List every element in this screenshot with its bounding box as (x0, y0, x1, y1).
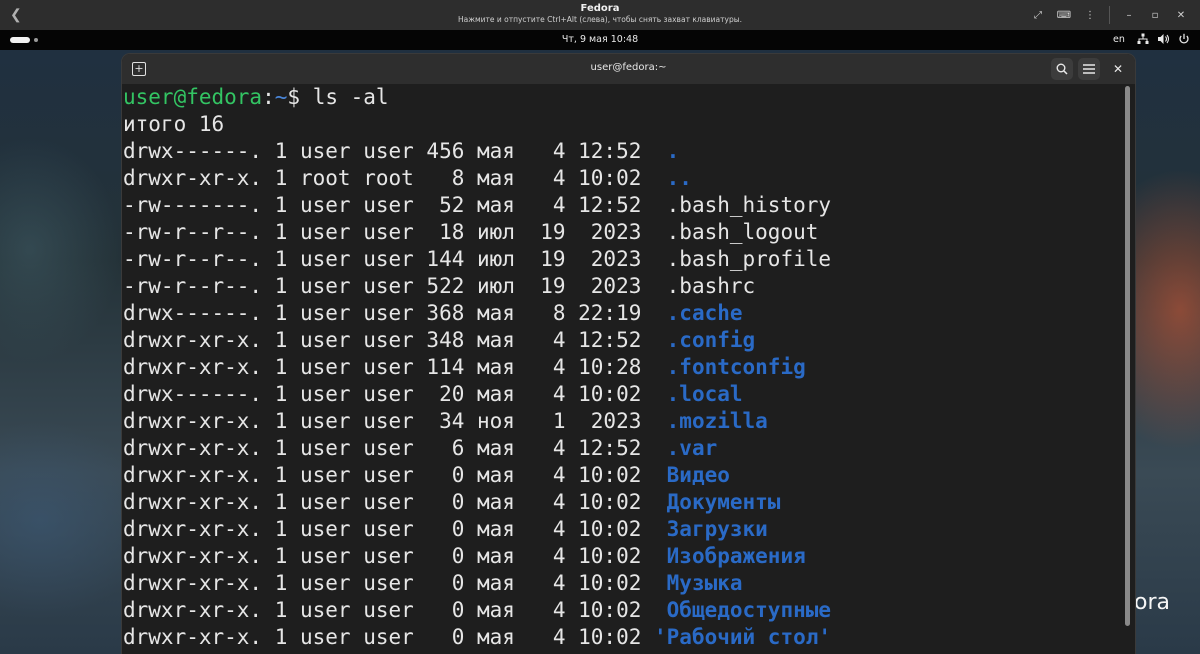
entry-metadata: -rw-r--r--. 1 user user 522 июл 19 2023 (123, 274, 667, 298)
entry-metadata: drwxr-xr-x. 1 user user 0 мая 4 10:02 (123, 598, 667, 622)
prompt-separator: : (262, 85, 275, 109)
entry-metadata: drwxr-xr-x. 1 user user 114 мая 4 10:28 (123, 355, 667, 379)
directory-name: Общедоступные (666, 598, 832, 622)
listing-row: drwxr-xr-x. 1 user user 0 мая 4 10:02 До… (123, 489, 1123, 516)
terminal-scrollbar[interactable] (1125, 86, 1130, 650)
directory-name: .config (666, 328, 756, 352)
power-icon (1179, 33, 1189, 44)
listing-row: -rw-r--r--. 1 user user 18 июл 19 2023 .… (123, 219, 1123, 246)
entry-metadata: drwxr-xr-x. 1 root root 8 мая 4 10:02 (123, 166, 667, 190)
directory-name: .fontconfig (666, 355, 806, 379)
listing-rows: drwx------. 1 user user 456 мая 4 12:52 … (123, 138, 1123, 651)
clock[interactable]: Чт, 9 мая 10:48 (0, 34, 1200, 45)
listing-row: drwxr-xr-x. 1 root root 8 мая 4 10:02 .. (123, 165, 1123, 192)
gnome-top-bar: Чт, 9 мая 10:48 en (0, 30, 1200, 50)
hamburger-menu-icon[interactable] (1078, 58, 1100, 80)
prompt-symbol: $ (287, 85, 313, 109)
directory-name: .cache (666, 301, 743, 325)
keyboard-icon[interactable]: ⌨ (1051, 6, 1077, 24)
directory-name: 'Рабочий стол' (654, 625, 832, 649)
terminal-output[interactable]: user@fedora:~$ ls -al итого 16 drwx-----… (123, 84, 1123, 654)
directory-name: .local (666, 382, 743, 406)
listing-row: drwxr-xr-x. 1 user user 34 ноя 1 2023 .m… (123, 408, 1123, 435)
vm-window-controls: ⤢ ⌨ ⋮ – ▫ ✕ (1025, 6, 1194, 24)
entry-metadata: drwx------. 1 user user 20 мая 4 10:02 (123, 382, 667, 406)
scrollbar-thumb[interactable] (1125, 86, 1130, 626)
entry-metadata: drwxr-xr-x. 1 user user 0 мая 4 10:02 (123, 625, 655, 649)
listing-row: -rw-r--r--. 1 user user 144 июл 19 2023 … (123, 246, 1123, 273)
menu-dots-icon[interactable]: ⋮ (1077, 6, 1103, 24)
listing-row: drwxr-xr-x. 1 user user 0 мая 4 10:02 Из… (123, 543, 1123, 570)
minimize-icon[interactable]: – (1116, 6, 1142, 24)
listing-row: drwxr-xr-x. 1 user user 0 мая 4 10:02 Ви… (123, 462, 1123, 489)
file-name: .bash_profile (666, 247, 832, 271)
entry-metadata: -rw-r--r--. 1 user user 144 июл 19 2023 (123, 247, 667, 271)
close-icon[interactable]: ✕ (1168, 6, 1194, 24)
entry-metadata: -rw-------. 1 user user 52 мая 4 12:52 (123, 193, 667, 217)
listing-row: drwx------. 1 user user 20 мая 4 10:02 .… (123, 381, 1123, 408)
entry-metadata: drwxr-xr-x. 1 user user 0 мая 4 10:02 (123, 490, 667, 514)
listing-row: drwxr-xr-x. 1 user user 0 мая 4 10:02 Му… (123, 570, 1123, 597)
volume-icon (1158, 34, 1170, 44)
entry-metadata: drwx------. 1 user user 368 мая 8 22:19 (123, 301, 667, 325)
entry-metadata: drwxr-xr-x. 1 user user 348 мая 4 12:52 (123, 328, 667, 352)
listing-row: drwxr-xr-x. 1 user user 0 мая 4 10:02 'Р… (123, 624, 1123, 651)
entry-metadata: drwxr-xr-x. 1 user user 34 ноя 1 2023 (123, 409, 667, 433)
entry-metadata: drwxr-xr-x. 1 user user 0 мая 4 10:02 (123, 517, 667, 541)
vm-viewer-header: ❮ Fedora Нажмите и отпустите Ctrl+Alt (с… (0, 0, 1200, 30)
vm-title: Fedora (580, 3, 620, 14)
listing-row: -rw-------. 1 user user 52 мая 4 12:52 .… (123, 192, 1123, 219)
entry-metadata: drwxr-xr-x. 1 user user 6 мая 4 12:52 (123, 436, 667, 460)
command-text: ls -al (312, 85, 389, 109)
listing-row: drwx------. 1 user user 456 мая 4 12:52 … (123, 138, 1123, 165)
directory-name: .. (666, 166, 692, 190)
search-icon[interactable] (1051, 58, 1073, 80)
directory-name: Документы (666, 490, 781, 514)
file-name: .bashrc (666, 274, 756, 298)
listing-row: -rw-r--r--. 1 user user 522 июл 19 2023 … (123, 273, 1123, 300)
vm-keyboard-hint: Нажмите и отпустите Ctrl+Alt (слева), чт… (457, 15, 743, 24)
close-icon[interactable]: ✕ (1107, 58, 1129, 80)
total-line: итого 16 (123, 112, 225, 136)
terminal-window: + user@fedora:~ ✕ user@fedora:~$ ls -al … (122, 54, 1135, 654)
fedora-wallpaper-logo: ora (1134, 590, 1170, 615)
directory-name: .var (666, 436, 718, 460)
prompt-user-host: user@fedora (123, 85, 263, 109)
listing-row: drwxr-xr-x. 1 user user 6 мая 4 12:52 .v… (123, 435, 1123, 462)
terminal-title: user@fedora:~ (590, 62, 667, 73)
prompt-path: ~ (274, 85, 288, 109)
listing-row: drwxr-xr-x. 1 user user 114 мая 4 10:28 … (123, 354, 1123, 381)
vm-controls-divider (1109, 6, 1110, 24)
system-tray[interactable] (1137, 33, 1190, 45)
restore-icon[interactable]: ▫ (1142, 6, 1168, 24)
listing-row: drwx------. 1 user user 368 мая 8 22:19 … (123, 300, 1123, 327)
listing-row: drwxr-xr-x. 1 user user 0 мая 4 10:02 Об… (123, 597, 1123, 624)
directory-name: Музыка (666, 571, 743, 595)
directory-name: .mozilla (666, 409, 768, 433)
directory-name: Видео (666, 463, 730, 487)
file-name: .bash_logout (666, 220, 819, 244)
entry-metadata: drwx------. 1 user user 456 мая 4 12:52 (123, 139, 667, 163)
listing-row: drwxr-xr-x. 1 user user 0 мая 4 10:02 За… (123, 516, 1123, 543)
directory-name: Изображения (666, 544, 806, 568)
network-icon (1137, 33, 1149, 44)
keyboard-layout-indicator[interactable]: en (1113, 34, 1125, 45)
directory-name: . (666, 139, 680, 163)
entry-metadata: -rw-r--r--. 1 user user 18 июл 19 2023 (123, 220, 667, 244)
file-name: .bash_history (666, 193, 832, 217)
entry-metadata: drwxr-xr-x. 1 user user 0 мая 4 10:02 (123, 463, 667, 487)
directory-name: Загрузки (666, 517, 768, 541)
entry-metadata: drwxr-xr-x. 1 user user 0 мая 4 10:02 (123, 544, 667, 568)
fullscreen-icon[interactable]: ⤢ (1025, 6, 1051, 24)
entry-metadata: drwxr-xr-x. 1 user user 0 мая 4 10:02 (123, 571, 667, 595)
prompt-line: user@fedora:~$ ls -al (123, 84, 1123, 111)
listing-row: drwxr-xr-x. 1 user user 348 мая 4 12:52 … (123, 327, 1123, 354)
terminal-headerbar: + user@fedora:~ ✕ (122, 54, 1135, 84)
